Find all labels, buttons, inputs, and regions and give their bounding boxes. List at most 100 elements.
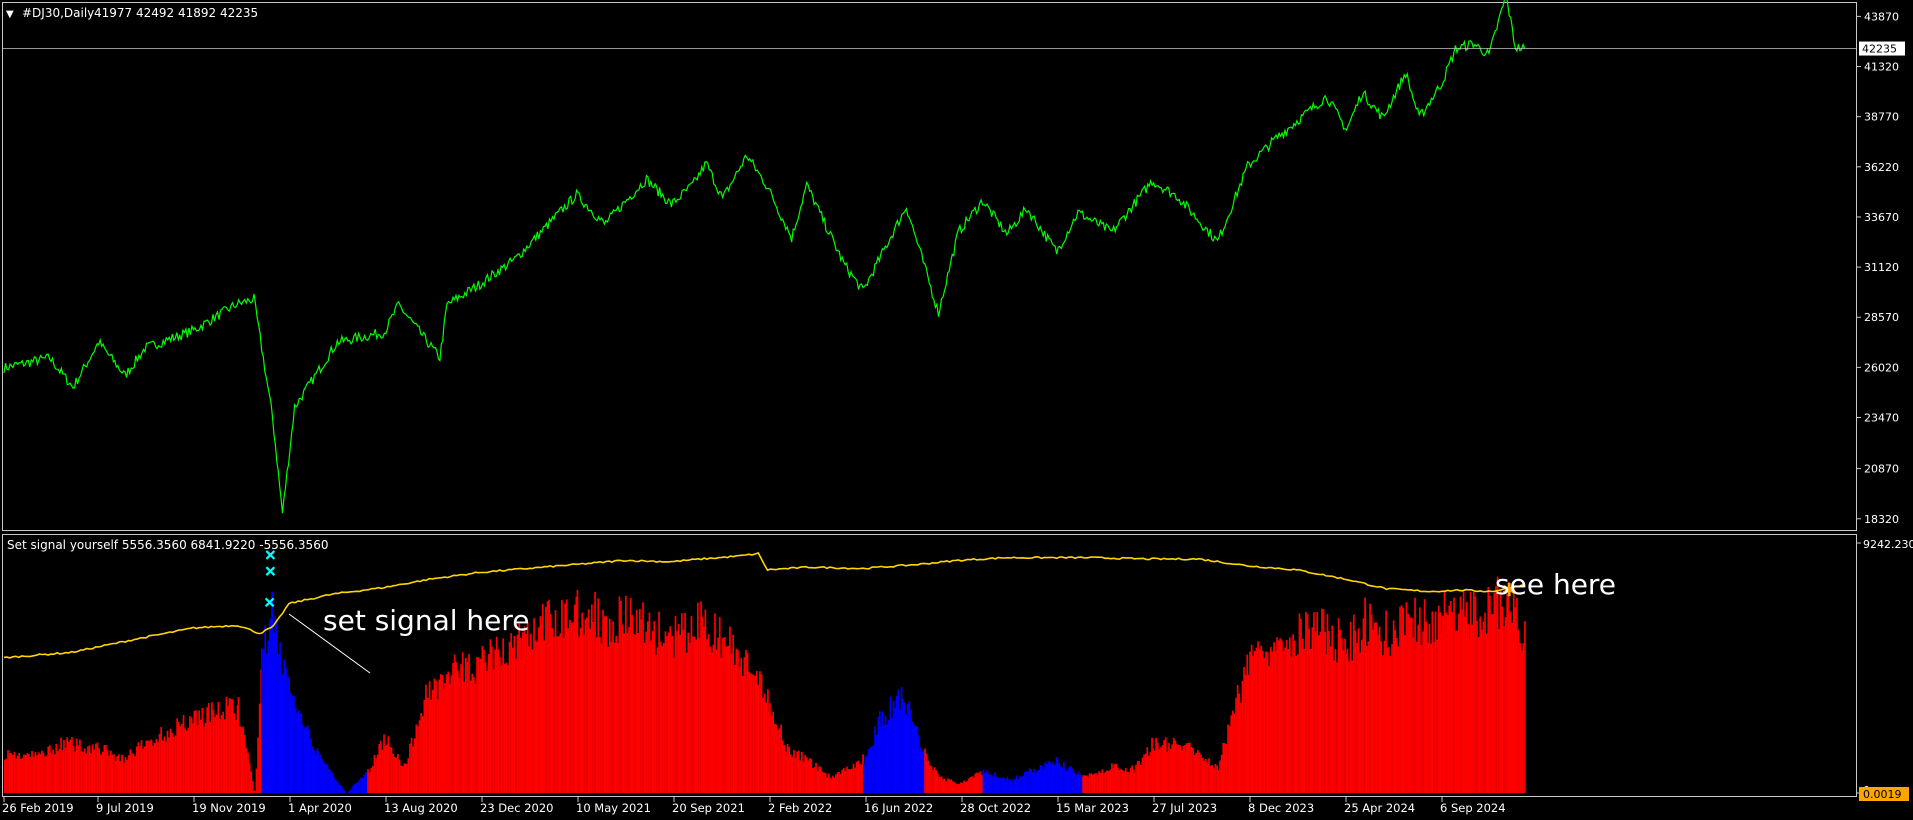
histogram-bar — [1128, 772, 1130, 793]
histogram-bar — [1182, 746, 1185, 793]
histogram-bar — [1411, 617, 1413, 793]
histogram-bar — [7, 750, 9, 793]
histogram-bar — [633, 634, 635, 793]
histogram-bar — [1336, 662, 1338, 793]
histogram-bar — [106, 749, 109, 793]
histogram-bar — [1469, 591, 1472, 793]
histogram-bar — [1022, 775, 1024, 793]
histogram-bar — [551, 628, 554, 793]
histogram-bar — [1383, 640, 1386, 793]
histogram-bar — [1448, 605, 1451, 793]
histogram-bar — [425, 696, 428, 793]
histogram-bar — [181, 723, 183, 793]
histogram-bar — [123, 762, 125, 793]
histogram-bar — [702, 626, 705, 793]
histogram-bar — [1487, 586, 1490, 793]
histogram-bar — [163, 736, 166, 793]
histogram-bar — [866, 755, 868, 793]
histogram-bar — [1274, 650, 1277, 793]
histogram-bar — [587, 609, 590, 793]
histogram-bar — [1512, 586, 1515, 793]
histogram-bar — [276, 620, 278, 793]
histogram-bar — [1129, 767, 1132, 793]
histogram-bar — [44, 756, 46, 793]
histogram-bar — [925, 753, 928, 793]
histogram-bar — [553, 636, 555, 793]
histogram-bar — [1200, 754, 1202, 793]
histogram-bar — [423, 699, 426, 793]
histogram-bar — [773, 723, 776, 793]
histogram-bar — [1292, 634, 1294, 793]
histogram-bar — [833, 777, 836, 793]
histogram-bar — [540, 624, 542, 793]
time-axis-label: 9 Jul 2019 — [96, 801, 154, 815]
histogram-bar — [1063, 761, 1065, 793]
histogram-bar — [1319, 631, 1322, 793]
histogram-bar — [735, 648, 738, 793]
histogram-bar — [1158, 749, 1161, 793]
histogram-bar — [995, 776, 998, 793]
histogram-bar — [1038, 769, 1040, 793]
histogram-bar — [860, 764, 863, 793]
histogram-bar — [620, 601, 622, 793]
chart-collapse-triangle-icon[interactable]: ▼ — [6, 9, 14, 20]
histogram-bar — [1095, 773, 1097, 793]
histogram-bar — [473, 677, 475, 793]
histogram-bar — [955, 783, 957, 793]
histogram-bar — [207, 703, 210, 793]
histogram-bar — [849, 769, 852, 793]
histogram-bar — [119, 761, 122, 793]
histogram-bar — [1509, 611, 1512, 793]
histogram-bar — [1176, 744, 1178, 793]
histogram-bar — [877, 716, 880, 793]
histogram-bar — [958, 785, 961, 793]
histogram-bar — [124, 757, 127, 793]
histogram-bar — [1337, 618, 1340, 793]
histogram-bar — [1522, 643, 1525, 793]
histogram-bar — [1407, 613, 1410, 793]
histogram-bar — [1208, 758, 1210, 793]
histogram-bar — [969, 777, 972, 793]
histogram-bar — [642, 602, 644, 793]
histogram-bar — [1412, 637, 1415, 793]
histogram-bar — [1000, 777, 1002, 793]
histogram-bar — [804, 754, 806, 793]
histogram-bar — [1268, 666, 1271, 793]
histogram-bar — [730, 653, 733, 793]
histogram-bar — [143, 746, 146, 793]
histogram-bar — [1524, 621, 1526, 793]
histogram-bar — [968, 778, 970, 793]
histogram-bar — [565, 599, 568, 793]
histogram-bar — [1356, 642, 1358, 793]
histogram-bar — [1036, 770, 1039, 793]
histogram-bar — [930, 766, 933, 793]
histogram-bar — [126, 759, 128, 793]
histogram-bar — [1193, 754, 1196, 793]
histogram-bar — [4, 759, 6, 793]
histogram-bar — [984, 772, 986, 793]
histogram-bar — [1133, 772, 1136, 793]
histogram-bar — [1238, 693, 1241, 793]
histogram-bar — [663, 643, 665, 793]
histogram-bar — [985, 770, 988, 793]
histogram-bar — [780, 724, 782, 793]
histogram-bar — [1503, 626, 1505, 793]
histogram-bar — [1001, 777, 1004, 793]
histogram-bar — [945, 781, 948, 793]
histogram-bar — [457, 670, 459, 793]
histogram-bar — [788, 746, 790, 793]
histogram-bar — [1346, 648, 1349, 793]
histogram-bar — [1120, 768, 1122, 793]
histogram-bar — [818, 766, 821, 793]
histogram-bar — [1141, 757, 1144, 793]
histogram-bar — [902, 698, 904, 793]
histogram-bar — [455, 662, 458, 793]
histogram-bar — [595, 637, 598, 793]
histogram-bar — [765, 702, 768, 793]
histogram-bar — [1093, 773, 1096, 793]
histogram-bar — [339, 785, 342, 793]
histogram-bar — [1362, 618, 1365, 793]
histogram-bar — [987, 773, 990, 793]
histogram-bar — [1297, 654, 1299, 793]
histogram-bar — [308, 729, 311, 793]
